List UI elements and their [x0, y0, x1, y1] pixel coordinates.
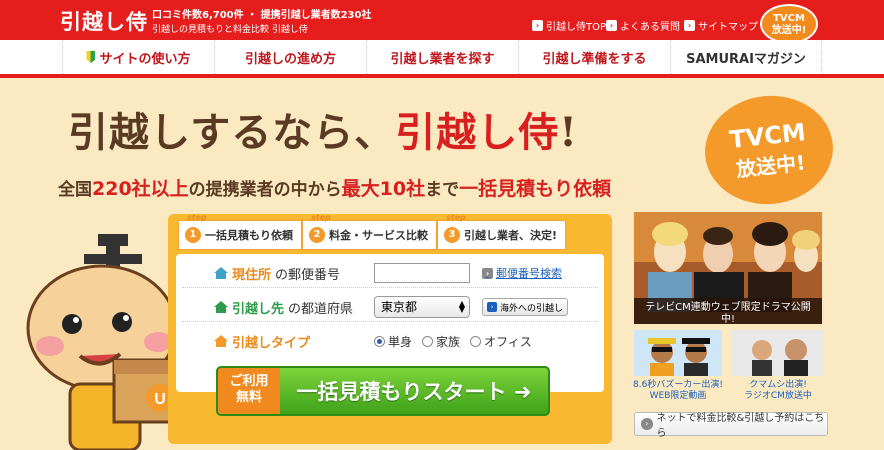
- home-icon: [214, 335, 228, 347]
- radio-family[interactable]: 家族: [422, 333, 460, 350]
- comedians-photo: [634, 330, 722, 376]
- overseas-move-button[interactable]: › 海外への引越し: [482, 298, 569, 316]
- header-tagline-desc: 引越しの見積もりと料金比較 引越し侍: [152, 25, 308, 35]
- bazooka-caption[interactable]: 8.6秒バズーカー出演! WEB限定動画: [628, 380, 728, 402]
- arrow-right-icon: ➜: [513, 380, 532, 404]
- promo-caption: テレビCM連動ウェブ限定ドラマ公開 中!: [634, 298, 822, 324]
- home-icon: [214, 301, 228, 313]
- comedians-photo: [732, 330, 824, 376]
- move-type-label: 引越しタイプ: [214, 332, 310, 351]
- nav-item-moving-steps[interactable]: 引越しの進め方: [214, 40, 366, 74]
- net-booking-button[interactable]: › ネットで料金比較&引越し予約はこちら: [634, 412, 828, 439]
- chevron-right-icon: ›: [641, 418, 653, 430]
- tvcm-bubble: TVCM 放送中!: [699, 89, 839, 211]
- top-bar: 引越し侍 口コミ件数6,700件 ・ 提携引越し業者数230社 引越しの見積もり…: [0, 0, 884, 44]
- header-tagline-stats: 口コミ件数6,700件 ・ 提携引越し業者数230社: [152, 10, 372, 21]
- radio-unchecked-icon: [422, 335, 434, 347]
- destination-label: 引越し先 の都道府県: [214, 298, 353, 317]
- step-indicator: step 1 一括見積もり依頼 step 2 料金・サービス比較 step 3 …: [178, 213, 606, 250]
- nav-item-find-movers[interactable]: 引越し業者を探す: [366, 40, 518, 74]
- step-3: step 3 引越し業者、決定!: [437, 213, 567, 250]
- svg-text:U: U: [154, 391, 166, 408]
- current-zip-label: 現住所 の郵便番号: [214, 264, 340, 283]
- top-link-sitemap[interactable]: › サイトマップ: [684, 18, 758, 33]
- beginner-mark-icon: [86, 51, 96, 63]
- chevron-right-icon: ›: [532, 20, 543, 31]
- row-divider: [182, 287, 598, 288]
- main-nav: サイトの使い方 引越しの進め方 引越し業者を探す 引越し準備をする SAMURA…: [0, 40, 884, 78]
- radio-checked-icon: [374, 335, 385, 347]
- step-1: step 1 一括見積もり依頼: [178, 213, 302, 250]
- nav-item-samurai-magazine[interactable]: SAMURAIマガジン: [670, 40, 822, 74]
- bazooka-video-thumbnail[interactable]: [634, 330, 722, 376]
- hero-subheadline: 全国220社以上の提携業者の中から最大10社まで一括見積もり依頼: [58, 178, 612, 200]
- select-arrows-icon: ▲ ▼: [458, 299, 465, 314]
- destination-row: 引越し先 の都道府県 東京都 ▲ ▼ › 海外への引越し: [176, 292, 604, 322]
- estimate-form: step 1 一括見積もり依頼 step 2 料金・サービス比較 step 3 …: [168, 213, 612, 444]
- nav-item-prepare[interactable]: 引越し準備をする: [518, 40, 670, 74]
- free-badge: ご利用 無料: [218, 368, 280, 414]
- chevron-right-icon: ›: [482, 267, 493, 279]
- current-zip-row: 現住所 の郵便番号 › 郵便番号検索: [176, 258, 604, 288]
- top-link-faq[interactable]: › よくある質問: [606, 18, 680, 33]
- kumamushi-thumbnail[interactable]: [732, 330, 824, 376]
- tvcm-badge[interactable]: TVCM 放送中!: [760, 4, 818, 44]
- radio-office[interactable]: オフィス: [470, 333, 532, 350]
- row-divider: [182, 321, 598, 322]
- home-icon: [214, 267, 228, 279]
- site-logo[interactable]: 引越し侍: [60, 6, 148, 36]
- hero-headline: 引越しするなら、引越し侍!: [68, 109, 578, 156]
- start-estimate-label: 一括見積もりスタート ➜: [296, 380, 532, 404]
- move-type-row: 引越しタイプ 単身 家族 オフィス: [176, 326, 604, 356]
- chevron-right-icon: ›: [684, 20, 695, 31]
- radio-single[interactable]: 単身: [374, 333, 412, 350]
- prefecture-select[interactable]: 東京都 ▲ ▼: [374, 296, 470, 318]
- current-zip-input[interactable]: [374, 263, 470, 283]
- chevron-right-icon: ›: [487, 302, 497, 312]
- nav-item-how-to-use[interactable]: サイトの使い方: [62, 40, 214, 74]
- kumamushi-caption[interactable]: クマムシ出演! ラジオCM放送中: [728, 380, 828, 402]
- move-type-radios: 単身 家族 オフィス: [374, 333, 532, 350]
- step-2: step 2 料金・サービス比較: [302, 213, 437, 250]
- start-estimate-button[interactable]: ご利用 無料 一括見積もりスタート ➜: [216, 366, 550, 416]
- top-link-home[interactable]: › 引越し侍TOP: [532, 18, 606, 33]
- zip-search-link[interactable]: › 郵便番号検索: [482, 265, 562, 281]
- radio-unchecked-icon: [470, 335, 482, 347]
- tv-drama-promo-banner[interactable]: テレビCM連動ウェブ限定ドラマ公開 中!: [634, 212, 822, 324]
- chevron-right-icon: ›: [606, 20, 617, 31]
